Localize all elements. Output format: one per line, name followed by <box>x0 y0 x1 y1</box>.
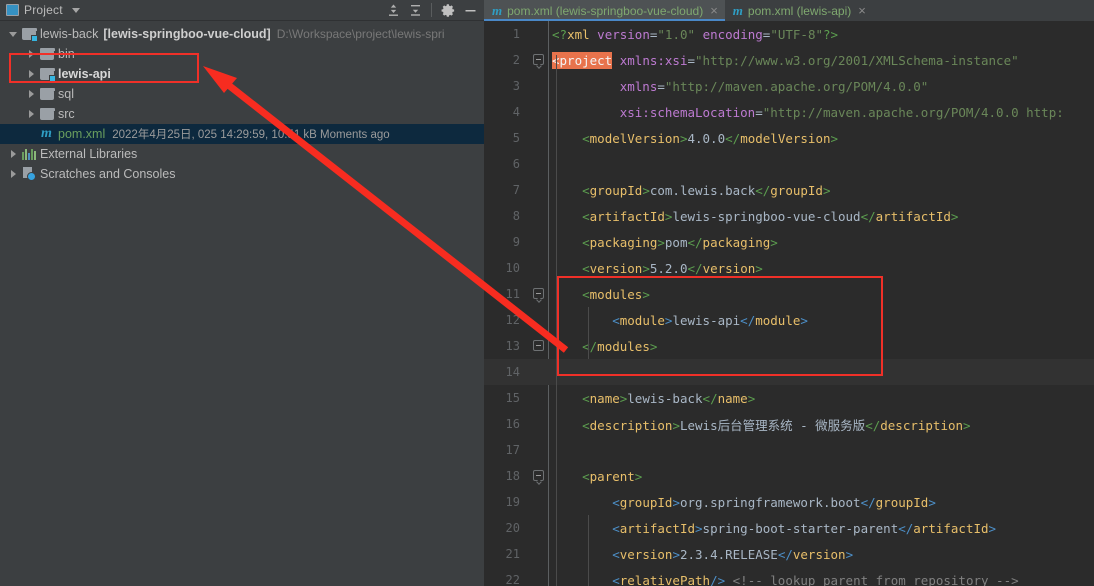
modules-block-highlight-box <box>557 276 883 376</box>
lewis-api-highlight-box <box>9 53 199 83</box>
ide-window: Project lewis-back [lewis-springboo-vue-… <box>0 0 1094 586</box>
annotation-overlay <box>9 53 883 376</box>
pointer-arrow-shaft <box>219 77 569 353</box>
